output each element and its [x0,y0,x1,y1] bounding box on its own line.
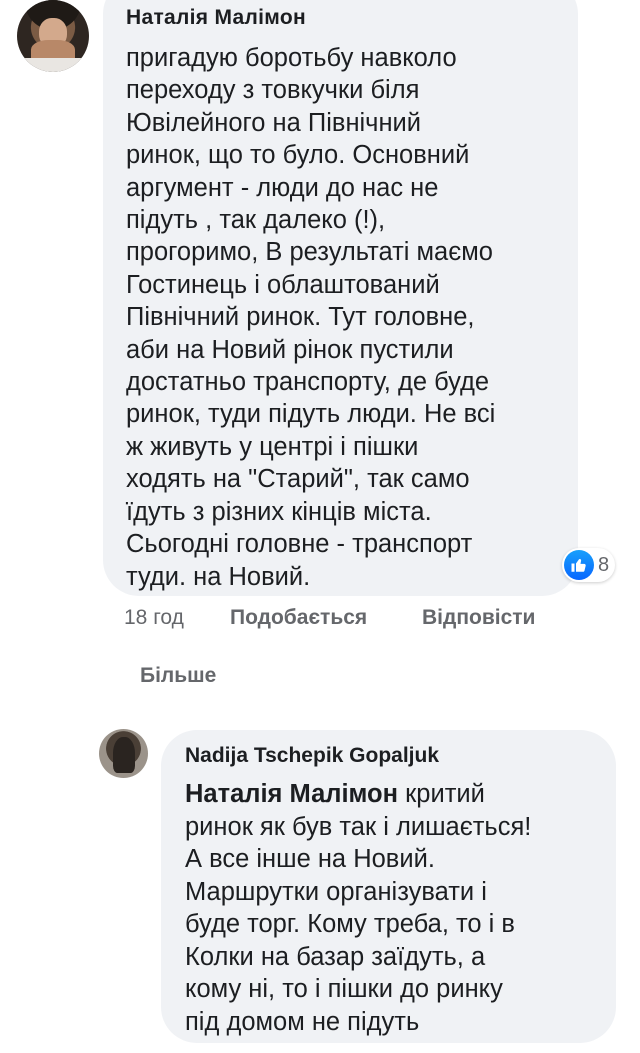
reaction-count: 8 [598,553,610,576]
avatar[interactable] [17,0,89,72]
comment-text-line: пригадую боротьбу навколо [126,44,457,72]
more-replies-button[interactable]: Більше [140,664,216,688]
avatar-shirt [17,58,89,72]
reply-text-line: кому ні, то і пішки до ринку [185,975,503,1003]
reply-text: Наталія Малімон критий ринок як був так … [185,778,605,1038]
reply-text-line: під домом не підуть [185,1007,420,1036]
comment-text-line: їдуть з різних кінців міста. [126,497,432,526]
reply-button[interactable]: Відповісти [422,606,535,630]
reply-text-line: ринок як був так і лишається! [185,812,532,841]
reply-author[interactable]: Nadija Tschepik Gopaljuk [185,744,439,768]
comment-text-line: туди. на Новий. [126,562,311,591]
comment-text-line: аргумент - люди до нас не [126,173,439,202]
avatar-figure [113,737,135,773]
comment-text: пригадую боротьбу навколо переходу з тов… [126,42,571,593]
reaction-summary[interactable]: 8 [562,548,616,582]
like-button[interactable]: Подобається [230,606,367,630]
comment-timestamp[interactable]: 18 год [124,606,184,630]
comment-text-line: Ювілейного на Північний [126,108,422,137]
reply-text-line: буде торг. Кому треба, то і в [185,910,515,938]
reply-avatar[interactable] [99,729,148,778]
comment-text-line: ринок, що то було. Основний [126,141,470,170]
reply-text-line: Наталія Малімон критий [185,778,605,811]
comment-text-line: ходять на "Старий", так само [126,465,470,494]
comment-author[interactable]: Наталія Малімон [126,6,306,30]
comment-text-line: аби на Новий рінок пустили [126,335,454,364]
comment-text-line: Сьогодні головне - транспорт [126,530,473,559]
comment-text-line: ринок, туди підуть люди. Не всі [126,400,496,429]
reply-text-line: Колки на базар заїдуть, а [185,942,486,971]
comment-text-line: достатньо транспорту, де буде [126,368,490,397]
like-icon [564,550,594,580]
reply-text-line: Маршрутки організувати і [185,877,487,906]
mention-link[interactable]: Наталія Малімон [185,780,398,808]
comment-text-line: прогоримо, В результаті маємо [126,238,493,267]
comment-text-line: Північний ринок. Тут головне, [126,303,475,332]
comment-text-line: ж живуть у центрі і пішки [126,432,419,461]
comment-text-line: Гостинець і облаштований [126,270,440,299]
reply-text-line: А все інше на Новий. [185,845,435,873]
comment-text-line: переходу з товкучки біля [126,76,420,105]
comment-text-line: підуть , так далеко (!), [126,206,386,235]
reply-text-fragment: критий [398,780,485,808]
